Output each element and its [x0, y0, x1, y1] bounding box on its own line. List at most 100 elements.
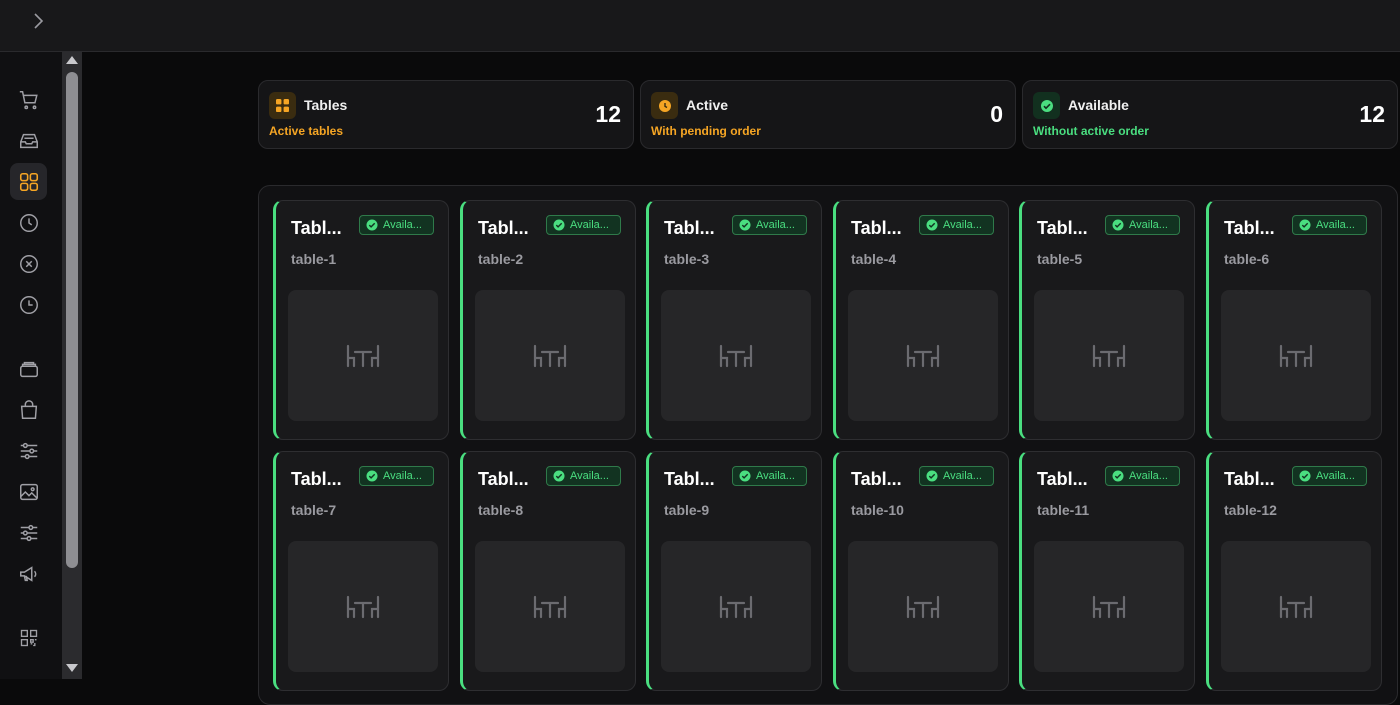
scrollbar-thumb[interactable] — [66, 72, 78, 568]
sidebar — [0, 52, 62, 679]
check-circle-icon — [1299, 470, 1311, 482]
dining-table-icon — [1279, 595, 1313, 618]
table-name: Tabl... — [291, 218, 342, 238]
settings-sliders-icon[interactable] — [10, 514, 47, 551]
stat-subtitle: With pending order — [651, 124, 761, 138]
table-image-placeholder — [1221, 541, 1371, 672]
qr-code-icon[interactable] — [10, 619, 47, 656]
dining-table-icon — [533, 344, 567, 367]
table-name: Tabl... — [1224, 218, 1275, 238]
status-label: Availa... — [943, 219, 982, 231]
check-circle-icon — [553, 470, 565, 482]
check-circle-icon — [926, 470, 938, 482]
table-name: Tabl... — [478, 218, 529, 238]
stat-value: 12 — [1359, 101, 1385, 127]
megaphone-icon[interactable] — [10, 555, 47, 592]
dining-table-icon — [1279, 344, 1313, 367]
table-slug: table-7 — [291, 502, 337, 518]
status-badge: Availa... — [546, 466, 621, 486]
table-card[interactable]: Tabl... Availa... table-8 — [460, 451, 636, 691]
status-label: Availa... — [570, 470, 609, 482]
table-name: Tabl... — [851, 218, 902, 238]
table-image-placeholder — [1034, 541, 1184, 672]
table-card[interactable]: Tabl... Availa... table-6 — [1206, 200, 1382, 440]
stat-subtitle: Active tables — [269, 124, 344, 138]
check-circle-icon — [739, 470, 751, 482]
table-name: Tabl... — [664, 469, 715, 489]
scroll-down-arrow-icon[interactable] — [66, 664, 78, 672]
dining-table-icon — [533, 595, 567, 618]
table-card[interactable]: Tabl... Availa... table-1 — [273, 200, 449, 440]
table-card[interactable]: Tabl... Availa... table-4 — [833, 200, 1009, 440]
status-label: Availa... — [943, 470, 982, 482]
table-card[interactable]: Tabl... Availa... table-11 — [1019, 451, 1195, 691]
table-slug: table-10 — [851, 502, 904, 518]
status-badge: Availa... — [919, 466, 994, 486]
check-circle-icon — [1299, 219, 1311, 231]
status-badge: Availa... — [359, 215, 434, 235]
scroll-up-arrow-icon[interactable] — [66, 56, 78, 64]
table-image-placeholder — [475, 290, 625, 421]
tables-grid-panel: Tabl... Availa... table-1 Tabl... Availa… — [258, 185, 1398, 705]
status-badge: Availa... — [359, 466, 434, 486]
inbox-icon[interactable] — [10, 122, 47, 159]
table-name: Tabl... — [1037, 469, 1088, 489]
check-circle-icon — [926, 219, 938, 231]
dining-table-icon — [719, 344, 753, 367]
status-label: Availa... — [1316, 470, 1355, 482]
table-slug: table-11 — [1037, 502, 1090, 518]
table-name: Tabl... — [851, 469, 902, 489]
stat-card-tables: Tables Active tables 12 — [258, 80, 634, 149]
table-slug: table-9 — [664, 502, 710, 518]
table-name: Tabl... — [478, 469, 529, 489]
table-image-placeholder — [1221, 290, 1371, 421]
table-image-placeholder — [848, 290, 998, 421]
chevron-right-icon[interactable] — [28, 10, 48, 32]
status-badge: Availa... — [1105, 466, 1180, 486]
stat-card-available: Available Without active order 12 — [1022, 80, 1398, 149]
table-card[interactable]: Tabl... Availa... table-2 — [460, 200, 636, 440]
table-name: Tabl... — [1224, 469, 1275, 489]
table-image-placeholder — [1034, 290, 1184, 421]
stat-card-active: Active With pending order 0 — [640, 80, 1016, 149]
table-name: Tabl... — [664, 218, 715, 238]
check-circle-icon — [1112, 219, 1124, 231]
table-card[interactable]: Tabl... Availa... table-3 — [646, 200, 822, 440]
status-label: Availa... — [1129, 219, 1168, 231]
table-slug: table-6 — [1224, 251, 1270, 267]
stat-value: 12 — [595, 101, 621, 127]
shopping-bag-icon[interactable] — [10, 391, 47, 428]
table-card[interactable]: Tabl... Availa... table-7 — [273, 451, 449, 691]
history-clock-icon[interactable] — [10, 286, 47, 323]
table-card[interactable]: Tabl... Availa... table-9 — [646, 451, 822, 691]
layers-icon[interactable] — [10, 350, 47, 387]
dining-table-icon — [1092, 344, 1126, 367]
dining-table-icon — [346, 595, 380, 618]
status-badge: Availa... — [1105, 215, 1180, 235]
status-badge: Availa... — [732, 466, 807, 486]
table-card[interactable]: Tabl... Availa... table-5 — [1019, 200, 1195, 440]
sliders-icon[interactable] — [10, 432, 47, 469]
clock-icon[interactable] — [10, 204, 47, 241]
status-label: Availa... — [1316, 219, 1355, 231]
check-circle-icon — [1112, 470, 1124, 482]
top-bar — [0, 0, 1400, 52]
image-icon[interactable] — [10, 473, 47, 510]
tables-grid-icon[interactable] — [10, 163, 47, 200]
cart-icon[interactable] — [10, 81, 47, 118]
status-badge: Availa... — [1292, 215, 1367, 235]
table-image-placeholder — [661, 290, 811, 421]
table-card[interactable]: Tabl... Availa... table-10 — [833, 451, 1009, 691]
stat-title: Tables — [304, 97, 348, 113]
table-name: Tabl... — [291, 469, 342, 489]
table-slug: table-3 — [664, 251, 710, 267]
table-card[interactable]: Tabl... Availa... table-12 — [1206, 451, 1382, 691]
status-badge: Availa... — [732, 215, 807, 235]
cancel-circle-icon[interactable] — [10, 245, 47, 282]
check-circle-icon — [1033, 92, 1060, 119]
table-slug: table-12 — [1224, 502, 1277, 518]
table-slug: table-1 — [291, 251, 337, 267]
sidebar-scrollbar[interactable] — [62, 52, 82, 679]
table-image-placeholder — [848, 541, 998, 672]
table-image-placeholder — [288, 290, 438, 421]
